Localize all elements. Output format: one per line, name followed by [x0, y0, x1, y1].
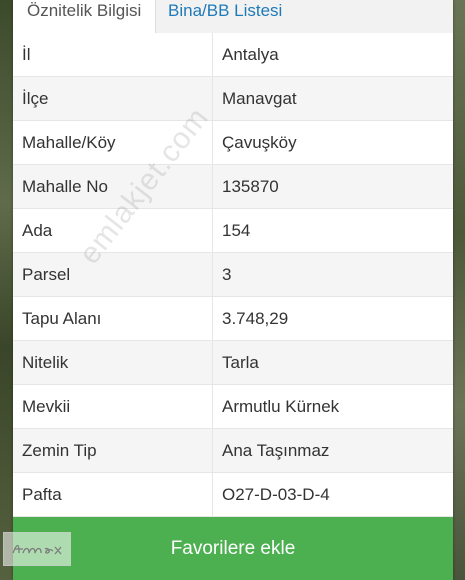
row-value: Manavgat: [222, 89, 297, 108]
table-row: İlçe Manavgat: [13, 77, 453, 121]
table-row: Mahalle No 135870: [13, 165, 453, 209]
logo-signature-icon: [12, 544, 62, 555]
map-edge-right: [453, 0, 465, 580]
row-value: 3: [222, 265, 232, 284]
table-row: Mahalle/Köy Çavuşköy: [13, 121, 453, 165]
row-label: Mahalle/Köy: [13, 121, 213, 164]
row-label: İl: [13, 33, 213, 76]
row-value: 135870: [222, 177, 279, 196]
logo: [3, 532, 71, 566]
row-value: Tarla: [222, 353, 259, 372]
row-value: Antalya: [222, 45, 279, 64]
tab-bar: Öznitelik Bilgisi Bina/BB Listesi: [13, 0, 453, 34]
attribute-table: İl Antalya İlçe Manavgat Mahalle/Köy Çav…: [13, 33, 453, 517]
tab-building-list[interactable]: Bina/BB Listesi: [156, 0, 290, 33]
row-value: Ana Taşınmaz: [222, 441, 330, 460]
row-label: Mevkii: [13, 385, 213, 428]
add-to-favorites-label: Favorilere ekle: [170, 537, 296, 559]
row-value: Armutlu Kürnek: [222, 397, 340, 416]
table-row: Ada 154: [13, 209, 453, 253]
row-value: O27-D-03-D-4: [222, 485, 330, 504]
table-row: Parsel 3: [13, 253, 453, 297]
add-to-favorites-button[interactable]: Favorilere ekle: [13, 517, 453, 580]
tab-attribute-info[interactable]: Öznitelik Bilgisi: [13, 0, 156, 33]
row-value: 3.748,29: [222, 309, 289, 328]
row-label: Parsel: [13, 253, 213, 296]
table-row: Tapu Alanı 3.748,29: [13, 297, 453, 341]
table-row: İl Antalya: [13, 33, 453, 77]
table-row: Pafta O27-D-03-D-4: [13, 473, 453, 517]
row-label: Ada: [13, 209, 213, 252]
row-value: 154: [222, 221, 251, 240]
row-label: İlçe: [13, 77, 213, 120]
table-row: Zemin Tip Ana Taşınmaz: [13, 429, 453, 473]
table-row: Mevkii Armutlu Kürnek: [13, 385, 453, 429]
row-label: Tapu Alanı: [13, 297, 213, 340]
row-value: Çavuşköy: [222, 133, 297, 152]
table-row: Nitelik Tarla: [13, 341, 453, 385]
parcel-info-panel: Öznitelik Bilgisi Bina/BB Listesi İl Ant…: [13, 0, 453, 580]
row-label: Zemin Tip: [13, 429, 213, 472]
row-label: Pafta: [13, 473, 213, 516]
row-label: Nitelik: [13, 341, 213, 384]
row-label: Mahalle No: [13, 165, 213, 208]
